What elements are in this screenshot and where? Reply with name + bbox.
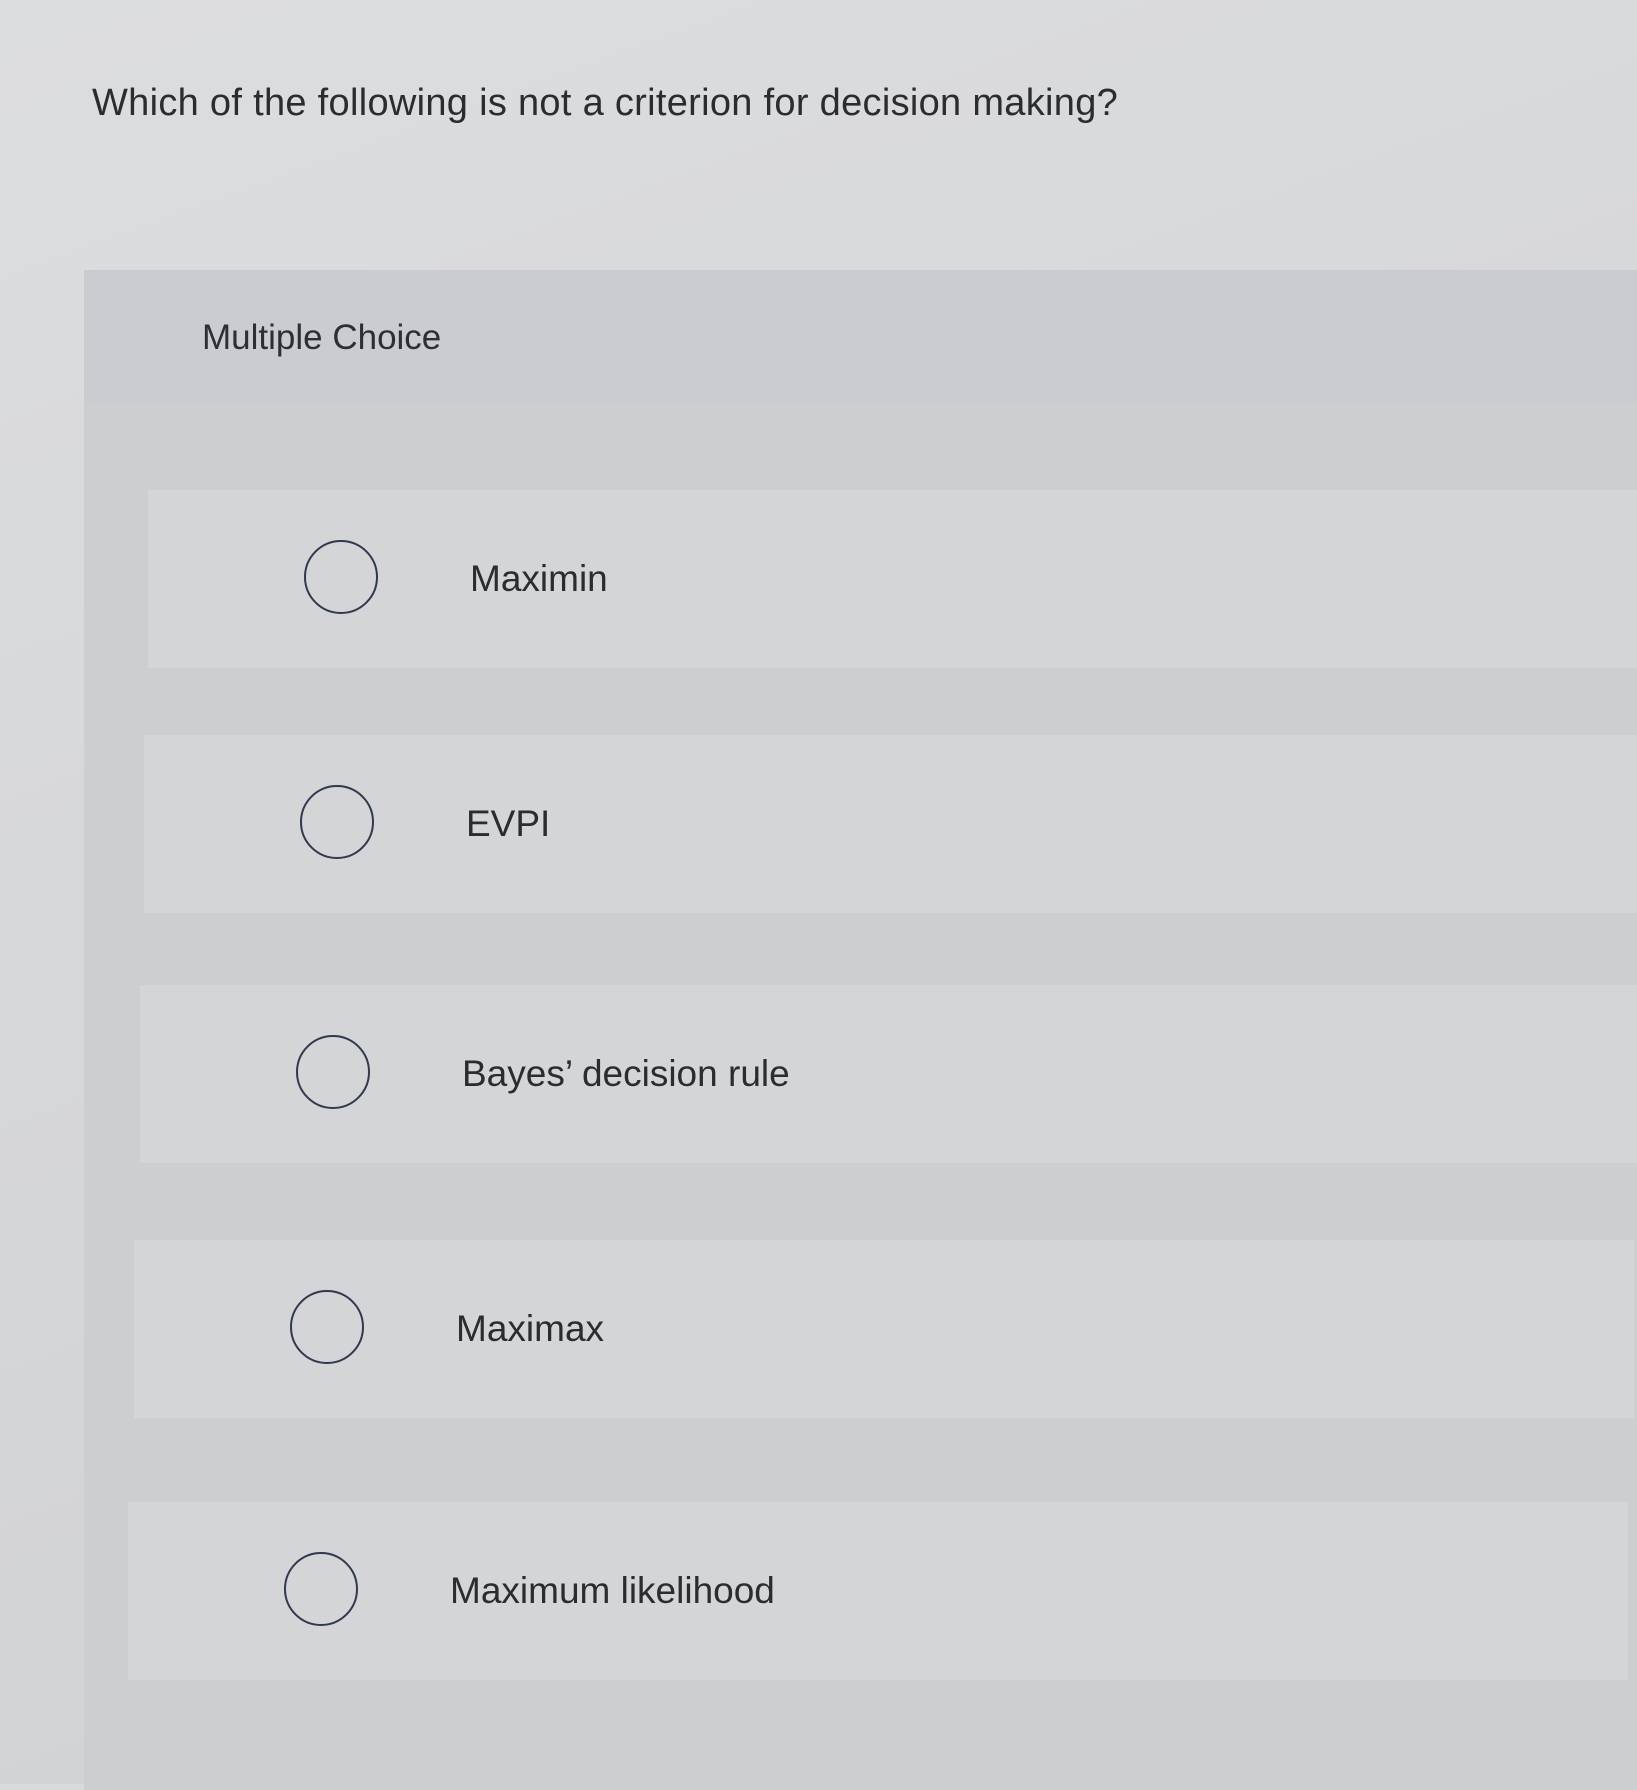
radio-button[interactable] bbox=[304, 540, 378, 614]
answer-option-maximax[interactable]: Maximax bbox=[134, 1240, 1634, 1418]
answer-option-bayes-decision-rule[interactable]: Bayes’ decision rule bbox=[140, 985, 1637, 1163]
radio-button[interactable] bbox=[290, 1290, 364, 1364]
option-label: Maximax bbox=[456, 1308, 605, 1349]
option-label: Maximum likelihood bbox=[450, 1570, 775, 1611]
option-label: EVPI bbox=[466, 803, 551, 844]
answer-option-maximum-likelihood[interactable]: Maximum likelihood bbox=[128, 1502, 1628, 1680]
page: Which of the following is not a criterio… bbox=[0, 0, 1637, 1790]
option-label: Bayes’ decision rule bbox=[462, 1053, 790, 1094]
question-text: Which of the following is not a criterio… bbox=[92, 82, 1119, 124]
radio-button[interactable] bbox=[284, 1552, 358, 1626]
radio-button[interactable] bbox=[296, 1035, 370, 1109]
option-label: Maximin bbox=[470, 558, 608, 599]
multiple-choice-label: Multiple Choice bbox=[202, 318, 442, 357]
multiple-choice-header: Multiple Choice bbox=[84, 270, 1637, 402]
answer-option-evpi[interactable]: EVPI bbox=[144, 735, 1637, 913]
multiple-choice-panel: Multiple Choice Maximin EVPI Bayes’ deci… bbox=[84, 270, 1637, 1790]
radio-button[interactable] bbox=[300, 785, 374, 859]
answer-option-maximin[interactable]: Maximin bbox=[148, 490, 1637, 668]
